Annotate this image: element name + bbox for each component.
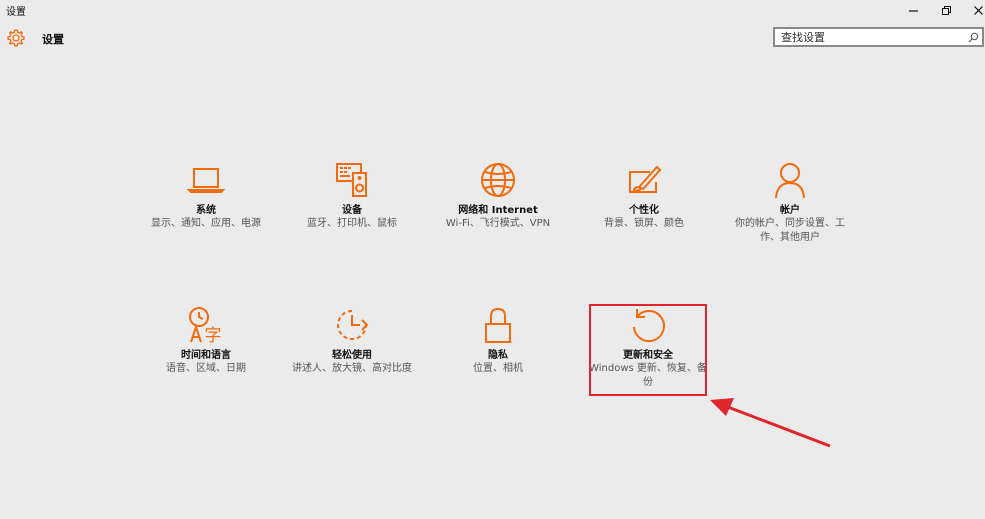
tile-name: 系统: [196, 205, 216, 216]
tile-desc: 讲述人、放大镜、高对比度: [292, 363, 412, 374]
red-arrow-annotation: [710, 398, 831, 448]
tile-accounts[interactable]: 帐户 你的帐户、同步设置、工作、其他用户: [730, 160, 850, 245]
tile-system[interactable]: 系统 显示、通知、应用、电源: [146, 160, 266, 231]
lock-icon: [485, 307, 511, 343]
globe-icon: [481, 163, 515, 197]
tile-desc: 蓝牙、打印机、鼠标: [307, 218, 397, 229]
devices-icon: [336, 163, 367, 197]
tile-name: 轻松使用: [332, 350, 372, 361]
tile-desc: 显示、通知、应用、电源: [151, 218, 261, 229]
laptop-icon: [186, 168, 226, 193]
minimize-icon: [908, 9, 918, 12]
tile-ease-of-access[interactable]: 轻松使用 讲述人、放大镜、高对比度: [292, 305, 412, 376]
paint-brush-icon: [629, 165, 662, 193]
time-language-icon: 字: [189, 307, 222, 345]
search-icon[interactable]: [968, 32, 979, 43]
restore-button[interactable]: [930, 0, 962, 20]
page-title: 设置: [42, 33, 64, 46]
minimize-button[interactable]: [897, 0, 929, 20]
tile-network[interactable]: 网络和 Internet Wi-Fi、飞行模式、VPN: [438, 160, 558, 231]
tile-desc: Wi-Fi、飞行模式、VPN: [445, 218, 551, 229]
tile-name: 网络和 Internet: [458, 205, 538, 216]
tile-desc: 位置、相机: [473, 363, 523, 374]
ease-of-access-icon: [337, 310, 369, 340]
close-icon: [973, 5, 983, 15]
search-input[interactable]: [781, 30, 961, 44]
tile-name: 个性化: [629, 205, 659, 216]
tile-name: 时间和语言: [181, 350, 231, 361]
tile-desc: 你的帐户、同步设置、工作、其他用户: [735, 218, 845, 243]
tile-name: 设备: [342, 205, 362, 216]
tile-privacy[interactable]: 隐私 位置、相机: [438, 305, 558, 376]
restore-icon: [941, 5, 951, 15]
tile-devices[interactable]: 设备 蓝牙、打印机、鼠标: [292, 160, 412, 231]
highlight-box: [589, 304, 707, 396]
tile-name: 隐私: [488, 350, 508, 361]
tile-time-language[interactable]: 字 时间和语言 语音、区域、日期: [146, 305, 266, 376]
tile-name: 帐户: [780, 205, 800, 216]
tile-personalization[interactable]: 个性化 背景、锁屏、颜色: [584, 160, 704, 231]
tile-desc: 语音、区域、日期: [166, 363, 246, 374]
tile-desc: 背景、锁屏、颜色: [604, 218, 684, 229]
gear-icon: [7, 29, 25, 47]
search-box[interactable]: [773, 27, 984, 47]
person-icon: [775, 163, 805, 199]
window-title: 设置: [6, 7, 26, 18]
svg-text:字: 字: [205, 326, 222, 345]
title-bar: 设置: [0, 0, 985, 20]
close-button[interactable]: [962, 0, 985, 20]
